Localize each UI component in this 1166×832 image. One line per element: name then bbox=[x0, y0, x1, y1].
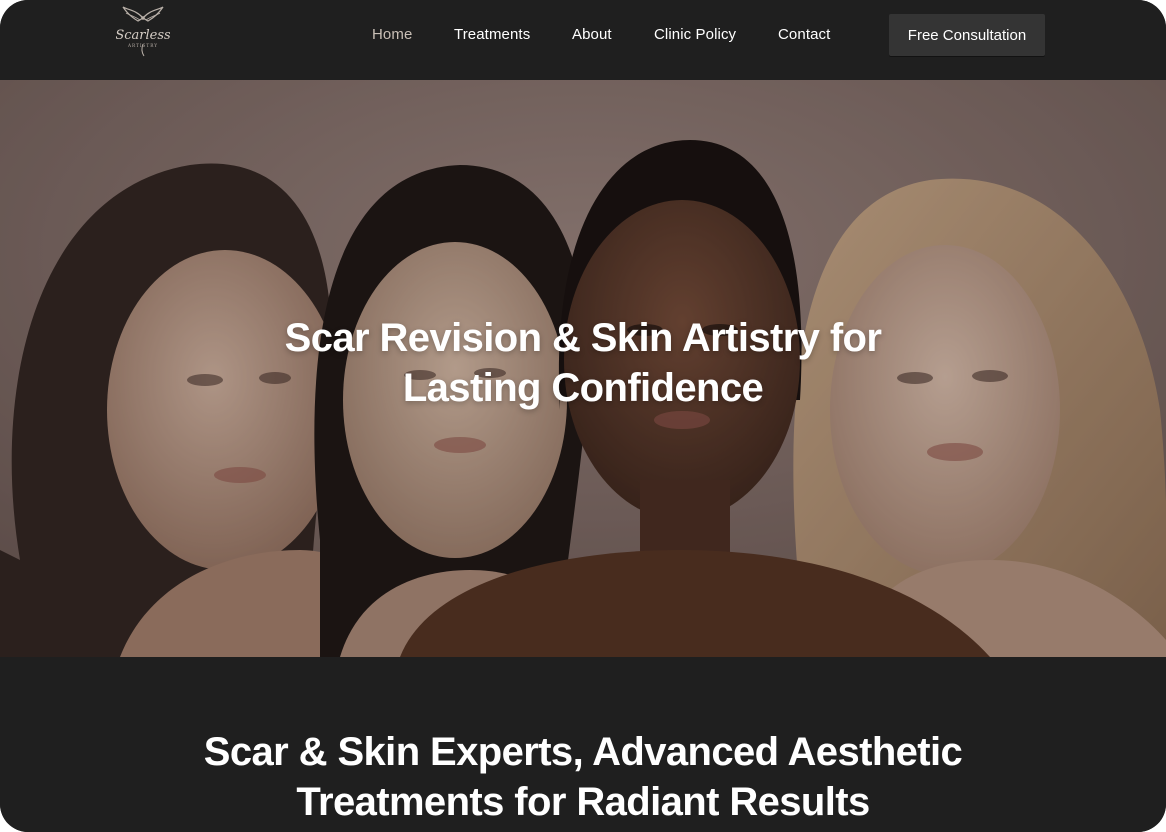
free-consultation-button[interactable]: Free Consultation bbox=[889, 14, 1045, 56]
nav-link-clinic-policy[interactable]: Clinic Policy bbox=[654, 26, 736, 43]
brand-logo[interactable]: Scarless ARTISTRY bbox=[115, 4, 171, 58]
nav-link-home[interactable]: Home bbox=[372, 26, 412, 43]
section-title-line-1: Scar & Skin Experts, Advanced Aesthetic bbox=[203, 730, 963, 774]
top-navigation: Scarless ARTISTRY Home Treatments About … bbox=[0, 0, 1166, 81]
intro-section: Scar & Skin Experts, Advanced Aesthetic … bbox=[0, 657, 1166, 832]
hero-title-line-2: Lasting Confidence bbox=[402, 366, 764, 410]
hero-title: Scar Revision & Skin Artistry for Lastin… bbox=[0, 313, 1166, 413]
hero-title-line-1: Scar Revision & Skin Artistry for bbox=[284, 316, 882, 360]
nav-link-about[interactable]: About bbox=[572, 26, 612, 43]
page-frame: Scarless ARTISTRY Home Treatments About … bbox=[0, 0, 1166, 832]
section-title-line-2: Treatments for Radiant Results bbox=[296, 780, 870, 824]
nav-link-treatments[interactable]: Treatments bbox=[454, 26, 530, 43]
nav-link-contact[interactable]: Contact bbox=[778, 26, 830, 43]
brand-name: Scarless bbox=[116, 28, 170, 43]
section-title: Scar & Skin Experts, Advanced Aesthetic … bbox=[0, 727, 1166, 827]
brand-tagline: ARTISTRY bbox=[127, 43, 158, 48]
phoenix-logo-icon: Scarless ARTISTRY bbox=[115, 6, 171, 57]
hero-section: Scar Revision & Skin Artistry for Lastin… bbox=[0, 80, 1166, 657]
